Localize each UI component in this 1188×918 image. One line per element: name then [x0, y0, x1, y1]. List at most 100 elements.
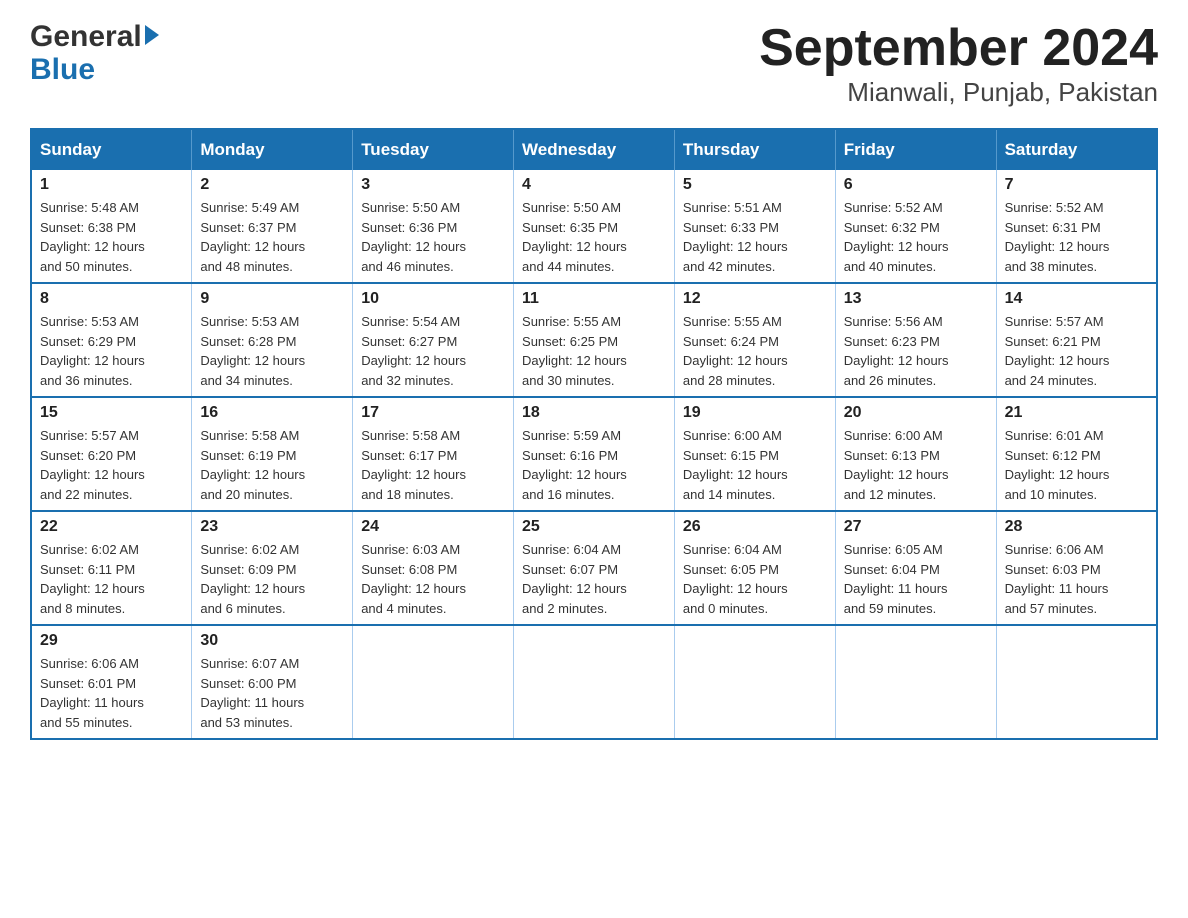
week-row-5: 29 Sunrise: 6:06 AMSunset: 6:01 PMDayligh…: [31, 625, 1157, 739]
day-number: 16: [200, 404, 344, 422]
day-info: Sunrise: 5:54 AMSunset: 6:27 PMDaylight:…: [361, 312, 505, 390]
day-info: Sunrise: 5:50 AMSunset: 6:36 PMDaylight:…: [361, 198, 505, 276]
day-info: Sunrise: 6:07 AMSunset: 6:00 PMDaylight:…: [200, 654, 344, 732]
day-number: 25: [522, 518, 666, 536]
calendar-cell: 27Sunrise: 6:05 AMSunset: 6:04 PMDayligh…: [835, 511, 996, 625]
calendar-cell: 11 Sunrise: 5:55 AMSunset: 6:25 PMDayligh…: [514, 283, 675, 397]
calendar-cell: 3 Sunrise: 5:50 AMSunset: 6:36 PMDaylight…: [353, 170, 514, 283]
day-info: Sunrise: 6:02 AMSunset: 6:09 PMDaylight:…: [200, 540, 344, 618]
day-info: Sunrise: 5:56 AMSunset: 6:23 PMDaylight:…: [844, 312, 988, 390]
day-number: 17: [361, 404, 505, 422]
day-info: Sunrise: 5:55 AMSunset: 6:25 PMDaylight:…: [522, 312, 666, 390]
day-number: 2: [200, 176, 344, 194]
day-info: Sunrise: 5:49 AMSunset: 6:37 PMDaylight:…: [200, 198, 344, 276]
day-number: 12: [683, 290, 827, 308]
calendar-cell: 1 Sunrise: 5:48 AMSunset: 6:38 PMDaylight…: [31, 170, 192, 283]
day-info: Sunrise: 6:05 AMSunset: 6:04 PMDaylight:…: [844, 540, 988, 618]
day-number: 15: [40, 404, 183, 422]
weekday-header-sunday: Sunday: [31, 129, 192, 170]
logo-arrow-icon: [145, 25, 159, 45]
day-info: Sunrise: 6:06 AMSunset: 6:01 PMDaylight:…: [40, 654, 183, 732]
day-number: 5: [683, 176, 827, 194]
week-row-4: 22Sunrise: 6:02 AMSunset: 6:11 PMDayligh…: [31, 511, 1157, 625]
calendar-cell: 17 Sunrise: 5:58 AMSunset: 6:17 PMDayligh…: [353, 397, 514, 511]
day-info: Sunrise: 5:58 AMSunset: 6:19 PMDaylight:…: [200, 426, 344, 504]
page-title: September 2024: [759, 20, 1158, 77]
day-info: Sunrise: 6:06 AMSunset: 6:03 PMDaylight:…: [1005, 540, 1148, 618]
calendar-cell: 25 Sunrise: 6:04 AMSunset: 6:07 PMDayligh…: [514, 511, 675, 625]
calendar-cell: 23 Sunrise: 6:02 AMSunset: 6:09 PMDayligh…: [192, 511, 353, 625]
week-row-2: 8Sunrise: 5:53 AMSunset: 6:29 PMDaylight…: [31, 283, 1157, 397]
day-info: Sunrise: 6:03 AMSunset: 6:08 PMDaylight:…: [361, 540, 505, 618]
weekday-header-tuesday: Tuesday: [353, 129, 514, 170]
calendar-cell: 14 Sunrise: 5:57 AMSunset: 6:21 PMDayligh…: [996, 283, 1157, 397]
week-row-1: 1 Sunrise: 5:48 AMSunset: 6:38 PMDaylight…: [31, 170, 1157, 283]
weekday-header-wednesday: Wednesday: [514, 129, 675, 170]
day-number: 3: [361, 176, 505, 194]
day-info: Sunrise: 6:01 AMSunset: 6:12 PMDaylight:…: [1005, 426, 1148, 504]
calendar-cell: 6 Sunrise: 5:52 AMSunset: 6:32 PMDaylight…: [835, 170, 996, 283]
day-number: 1: [40, 176, 183, 194]
calendar-cell: 30 Sunrise: 6:07 AMSunset: 6:00 PMDayligh…: [192, 625, 353, 739]
day-info: Sunrise: 5:53 AMSunset: 6:28 PMDaylight:…: [200, 312, 344, 390]
calendar-cell: 9 Sunrise: 5:53 AMSunset: 6:28 PMDaylight…: [192, 283, 353, 397]
day-number: 13: [844, 290, 988, 308]
day-number: 10: [361, 290, 505, 308]
day-info: Sunrise: 6:04 AMSunset: 6:07 PMDaylight:…: [522, 540, 666, 618]
page-header: General Blue September 2024 Mianwali, Pu…: [30, 20, 1158, 108]
calendar-cell: 13 Sunrise: 5:56 AMSunset: 6:23 PMDayligh…: [835, 283, 996, 397]
calendar-cell: 24Sunrise: 6:03 AMSunset: 6:08 PMDayligh…: [353, 511, 514, 625]
day-number: 6: [844, 176, 988, 194]
day-number: 30: [200, 632, 344, 650]
weekday-header-monday: Monday: [192, 129, 353, 170]
calendar-cell: 22Sunrise: 6:02 AMSunset: 6:11 PMDayligh…: [31, 511, 192, 625]
day-info: Sunrise: 6:00 AMSunset: 6:13 PMDaylight:…: [844, 426, 988, 504]
calendar-cell: 8Sunrise: 5:53 AMSunset: 6:29 PMDaylight…: [31, 283, 192, 397]
day-info: Sunrise: 5:51 AMSunset: 6:33 PMDaylight:…: [683, 198, 827, 276]
logo: General Blue: [30, 20, 159, 86]
calendar-cell: 19Sunrise: 6:00 AMSunset: 6:15 PMDayligh…: [674, 397, 835, 511]
calendar-cell: 7 Sunrise: 5:52 AMSunset: 6:31 PMDaylight…: [996, 170, 1157, 283]
day-info: Sunrise: 5:48 AMSunset: 6:38 PMDaylight:…: [40, 198, 183, 276]
day-info: Sunrise: 5:59 AMSunset: 6:16 PMDaylight:…: [522, 426, 666, 504]
weekday-header-row: SundayMondayTuesdayWednesdayThursdayFrid…: [31, 129, 1157, 170]
day-info: Sunrise: 6:04 AMSunset: 6:05 PMDaylight:…: [683, 540, 827, 618]
week-row-3: 15Sunrise: 5:57 AMSunset: 6:20 PMDayligh…: [31, 397, 1157, 511]
day-number: 28: [1005, 518, 1148, 536]
day-info: Sunrise: 6:02 AMSunset: 6:11 PMDaylight:…: [40, 540, 183, 618]
day-info: Sunrise: 5:58 AMSunset: 6:17 PMDaylight:…: [361, 426, 505, 504]
logo-line1: General: [30, 20, 159, 53]
day-number: 19: [683, 404, 827, 422]
logo-blue-text: Blue: [30, 53, 159, 86]
logo-general-text: General: [30, 20, 142, 53]
day-number: 11: [522, 290, 666, 308]
day-info: Sunrise: 5:50 AMSunset: 6:35 PMDaylight:…: [522, 198, 666, 276]
day-number: 9: [200, 290, 344, 308]
day-number: 29: [40, 632, 183, 650]
day-info: Sunrise: 5:52 AMSunset: 6:32 PMDaylight:…: [844, 198, 988, 276]
calendar-cell: 15Sunrise: 5:57 AMSunset: 6:20 PMDayligh…: [31, 397, 192, 511]
day-number: 7: [1005, 176, 1148, 194]
calendar-cell: 2 Sunrise: 5:49 AMSunset: 6:37 PMDaylight…: [192, 170, 353, 283]
calendar-cell: 5 Sunrise: 5:51 AMSunset: 6:33 PMDaylight…: [674, 170, 835, 283]
day-number: 21: [1005, 404, 1148, 422]
calendar-cell: 12 Sunrise: 5:55 AMSunset: 6:24 PMDayligh…: [674, 283, 835, 397]
day-number: 4: [522, 176, 666, 194]
day-info: Sunrise: 5:55 AMSunset: 6:24 PMDaylight:…: [683, 312, 827, 390]
day-number: 14: [1005, 290, 1148, 308]
calendar-cell: [674, 625, 835, 739]
title-block: September 2024 Mianwali, Punjab, Pakista…: [759, 20, 1158, 108]
calendar-table: SundayMondayTuesdayWednesdayThursdayFrid…: [30, 128, 1158, 740]
calendar-cell: 18Sunrise: 5:59 AMSunset: 6:16 PMDayligh…: [514, 397, 675, 511]
day-number: 23: [200, 518, 344, 536]
calendar-cell: 10 Sunrise: 5:54 AMSunset: 6:27 PMDayligh…: [353, 283, 514, 397]
calendar-cell: 4 Sunrise: 5:50 AMSunset: 6:35 PMDaylight…: [514, 170, 675, 283]
day-info: Sunrise: 5:52 AMSunset: 6:31 PMDaylight:…: [1005, 198, 1148, 276]
weekday-header-thursday: Thursday: [674, 129, 835, 170]
day-info: Sunrise: 5:57 AMSunset: 6:21 PMDaylight:…: [1005, 312, 1148, 390]
day-number: 20: [844, 404, 988, 422]
day-number: 8: [40, 290, 183, 308]
calendar-cell: 16 Sunrise: 5:58 AMSunset: 6:19 PMDayligh…: [192, 397, 353, 511]
calendar-cell: [996, 625, 1157, 739]
calendar-cell: 21 Sunrise: 6:01 AMSunset: 6:12 PMDayligh…: [996, 397, 1157, 511]
